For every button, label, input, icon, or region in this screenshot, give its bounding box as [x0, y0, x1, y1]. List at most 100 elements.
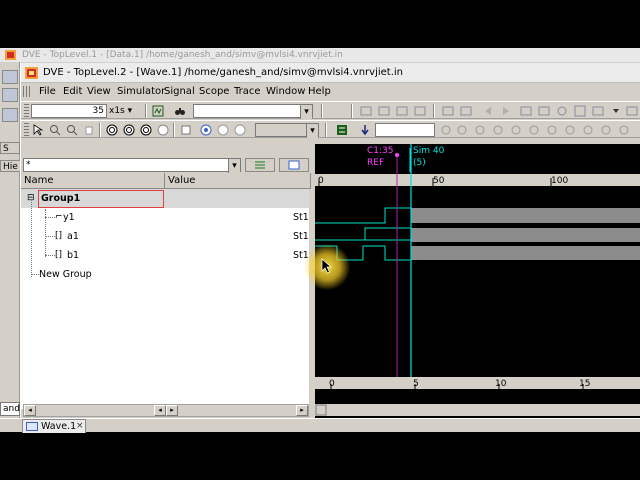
tab-wave-1[interactable]: Wave.1 × — [22, 419, 86, 433]
edge-icon[interactable] — [527, 123, 541, 137]
signal-row[interactable]: [] b1 St1 — [21, 246, 309, 265]
time-unit-select[interactable]: x1s ▾ — [109, 104, 139, 118]
close-icon[interactable]: × — [76, 420, 84, 433]
zoom-out-icon[interactable] — [65, 123, 79, 137]
goto-cursor-icon[interactable] — [199, 123, 213, 137]
menu-scope[interactable]: Scope — [199, 85, 229, 99]
scroll-left-icon[interactable]: ◂ — [24, 405, 36, 416]
menu-window[interactable]: Window — [266, 85, 305, 99]
signal-row[interactable]: ⌐ y1 St1 — [21, 208, 309, 227]
zoom-prev-icon[interactable] — [139, 123, 153, 137]
edge-icon[interactable] — [509, 123, 523, 137]
scroll-left-icon[interactable] — [315, 404, 327, 416]
edge-icon[interactable] — [545, 123, 559, 137]
schematic-icon[interactable] — [537, 104, 551, 118]
menubar-grip[interactable] — [23, 86, 32, 97]
edge-icon[interactable] — [563, 123, 577, 137]
signal-value: St1 — [293, 231, 309, 242]
edge-icon[interactable] — [599, 123, 613, 137]
binoculars-icon[interactable] — [173, 104, 187, 118]
edge-icon[interactable] — [473, 123, 487, 137]
new-group-row[interactable]: New Group — [21, 265, 309, 284]
chevron-down-icon: ▾ — [306, 124, 318, 138]
bus-view-icon[interactable] — [335, 123, 349, 137]
trace-icon[interactable] — [519, 104, 533, 118]
bus-icon: [] — [55, 231, 63, 241]
zoom-fit-icon[interactable] — [105, 123, 119, 137]
waveform-y1[interactable] — [315, 207, 640, 224]
background-window-titlebar[interactable]: DVE - TopLevel.1 - [Data.1] /home/ganesh… — [0, 48, 640, 62]
edge-icon[interactable] — [439, 123, 453, 137]
edge-icon[interactable] — [617, 123, 631, 137]
marker-handle[interactable] — [395, 153, 399, 157]
zoom-in-icon[interactable] — [48, 123, 62, 137]
step-icon[interactable] — [151, 104, 165, 118]
menu-simulator[interactable]: Simulator — [117, 85, 165, 99]
cursor-label: C1:35 — [367, 146, 394, 156]
menu-help[interactable]: Help — [308, 85, 331, 99]
overflow-icon[interactable] — [609, 104, 623, 118]
background-toolbar-icon — [2, 88, 18, 102]
search-forward-icon[interactable] — [413, 104, 427, 118]
waveform-hscrollbar[interactable] — [315, 404, 640, 416]
waveform-b1[interactable] — [315, 245, 640, 261]
search-back-icon[interactable] — [395, 104, 409, 118]
marker-icon[interactable] — [179, 123, 193, 137]
trace-load-icon[interactable] — [459, 104, 473, 118]
scroll-right-icon[interactable]: ▸ — [166, 405, 178, 416]
window-titlebar[interactable]: DVE - TopLevel.2 - [Wave.1] /home/ganesh… — [21, 63, 640, 83]
edge-icon[interactable] — [491, 123, 505, 137]
marker-combo[interactable]: ▾ — [255, 123, 319, 138]
mouse-pointer-icon — [321, 258, 332, 274]
filter-options-button[interactable] — [245, 158, 275, 172]
background-tab-s[interactable]: S — [0, 142, 20, 154]
background-sidebar — [0, 62, 20, 432]
back-icon[interactable] — [481, 104, 495, 118]
next-edge-icon[interactable] — [377, 104, 391, 118]
scroll-right-icon[interactable]: ▸ — [296, 405, 308, 416]
grid-icon[interactable] — [573, 104, 587, 118]
group-row[interactable]: ⊟ Group1 — [21, 189, 309, 208]
prev-edge-icon[interactable] — [359, 104, 373, 118]
arrow-down-icon[interactable] — [358, 123, 372, 137]
signal-list-hscrollbar[interactable]: ◂ ◂ ▸ ▸ — [23, 404, 309, 417]
ruler-label: 10 — [495, 379, 507, 389]
column-header-name[interactable]: Name — [21, 173, 165, 189]
pan-icon[interactable] — [82, 123, 96, 137]
goto-marker-icon[interactable] — [233, 123, 247, 137]
toolbar-grip[interactable] — [24, 123, 29, 136]
toolbar-separator — [433, 104, 435, 118]
menu-edit[interactable]: Edit — [63, 85, 82, 99]
waveform-a1[interactable] — [315, 227, 640, 242]
menu-trace[interactable]: Trace — [234, 85, 261, 99]
background-tab-hier[interactable]: Hie — [0, 160, 22, 172]
settings-icon[interactable] — [555, 104, 569, 118]
menu-view[interactable]: View — [87, 85, 111, 99]
command-input[interactable]: and — [0, 402, 20, 416]
sim-time-input[interactable]: 35 — [31, 104, 107, 118]
waveform-pane[interactable]: 0 50 100 C1:35 REF Sim 40 (5) 0 5 10 15 — [315, 144, 640, 419]
scope-combo[interactable]: ▾ — [193, 104, 313, 119]
toolbar-zoom: ▾ — [21, 120, 640, 138]
list-icon[interactable] — [591, 104, 605, 118]
signal-name: a1 — [67, 231, 79, 242]
forward-icon[interactable] — [499, 104, 513, 118]
edge-icon[interactable] — [581, 123, 595, 137]
signal-filter-input[interactable]: * ▾ — [23, 158, 241, 173]
menu-signal[interactable]: Signal — [164, 85, 195, 99]
goto-ref-icon[interactable] — [216, 123, 230, 137]
search-value-input[interactable] — [375, 123, 435, 137]
column-header-value[interactable]: Value — [165, 173, 311, 189]
extra-icon[interactable] — [625, 104, 639, 118]
signal-list: ⊟ Group1 ⌐ y1 St1 [] a1 St1 [] b1 St1 Ne… — [21, 189, 309, 409]
scroll-left-icon[interactable]: ◂ — [154, 405, 166, 416]
zoom-full-icon[interactable] — [122, 123, 136, 137]
toolbar-grip[interactable] — [24, 104, 29, 117]
pointer-icon[interactable] — [31, 123, 45, 137]
signal-row[interactable]: [] a1 St1 — [21, 227, 309, 246]
edge-icon[interactable] — [455, 123, 469, 137]
menu-file[interactable]: File — [39, 85, 56, 99]
filter-type-button[interactable] — [279, 158, 309, 172]
zoom-cursor-icon[interactable] — [156, 123, 170, 137]
trace-driver-icon[interactable] — [441, 104, 455, 118]
